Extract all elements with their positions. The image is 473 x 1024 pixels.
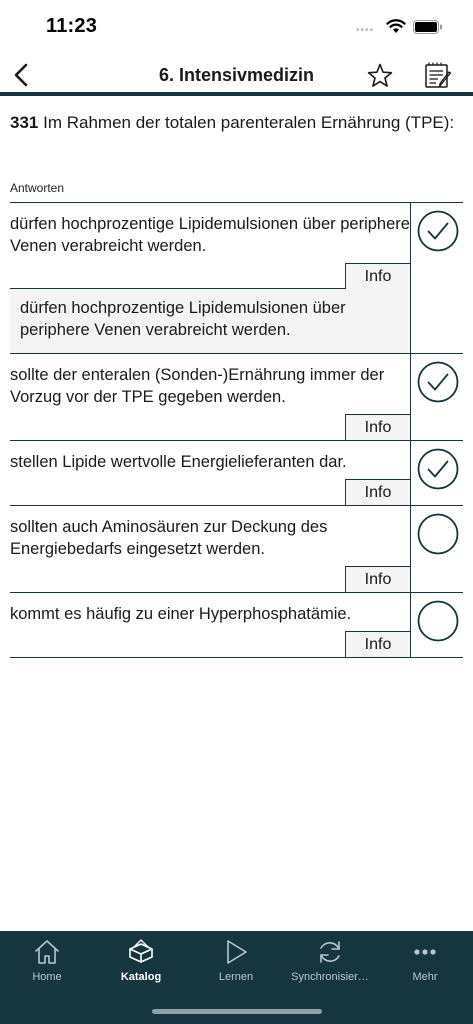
question-body: Im Rahmen der totalen parenteralen Ernäh…	[43, 113, 455, 132]
checked-circle-icon[interactable]	[417, 361, 459, 403]
page-title: 6. Intensivmedizin	[158, 65, 315, 85]
cellular-signal-icon: ••••	[356, 25, 375, 36]
answer-text: kommt es häufig zu einer Hyperphosphatäm…	[10, 605, 352, 623]
answer-text: sollte der enteralen (Sonden-)Ernährung …	[10, 366, 385, 406]
tab-label: Home	[32, 971, 62, 983]
answer-row: sollten auch Aminosäuren zur Deckung des…	[10, 506, 463, 593]
tab-label: Mehr	[412, 971, 438, 983]
sync-icon	[320, 941, 340, 963]
answer-row: kommt es häufig zu einer Hyperphosphatäm…	[10, 593, 463, 658]
tab-home[interactable]: Home	[0, 937, 94, 993]
divider	[10, 288, 345, 289]
answer-row: sollte der enteralen (Sonden-)Ernährung …	[10, 354, 463, 441]
checked-circle-icon[interactable]	[417, 210, 459, 252]
home-indicator[interactable]	[152, 1009, 322, 1014]
info-button[interactable]: Info	[345, 263, 411, 289]
info-button[interactable]: Info	[345, 631, 411, 657]
unchecked-circle-icon[interactable]	[417, 513, 459, 555]
home-icon	[35, 940, 59, 964]
answer-row: stellen Lipide wertvolle Energielieferan…	[10, 441, 463, 506]
tab-lernen[interactable]: Lernen	[189, 937, 283, 993]
wifi-icon	[386, 19, 406, 33]
answer-text: dürfen hochprozentige Lipidemulsionen üb…	[10, 215, 410, 255]
checked-circle-icon[interactable]	[417, 448, 459, 490]
unchecked-circle-icon[interactable]	[417, 600, 459, 642]
info-row: Info	[10, 631, 463, 657]
answer-text: stellen Lipide wertvolle Energielieferan…	[10, 453, 347, 471]
answer-check-column	[410, 354, 463, 440]
status-bar: 11:23 ••••	[0, 0, 473, 52]
tab-label: Katalog	[120, 971, 162, 983]
tab-label: Lernen	[218, 971, 254, 983]
status-time: 11:23	[46, 15, 98, 37]
answer-check-column	[410, 203, 463, 353]
info-button[interactable]: Info	[345, 414, 411, 440]
info-row: Info	[10, 263, 463, 289]
answer-text: sollten auch Aminosäuren zur Deckung des…	[10, 518, 328, 558]
answer-row: dürfen hochprozentige Lipidemulsionen üb…	[10, 203, 463, 354]
question-text: 331 Im Rahmen der totalen parenteralen E…	[10, 112, 460, 134]
info-row: Info	[10, 479, 463, 505]
info-row: Info	[10, 566, 463, 592]
info-button[interactable]: Info	[345, 479, 411, 505]
info-button[interactable]: Info	[345, 566, 411, 592]
navigation-bar: 6. Intensivmedizin	[0, 52, 473, 96]
tab-label: Synchronisier…	[291, 971, 369, 983]
info-explanation: dürfen hochprozentige Lipidemulsionen üb…	[10, 289, 410, 353]
question-number: 331	[10, 113, 39, 132]
answers-list: dürfen hochprozentige Lipidemulsionen üb…	[10, 202, 463, 658]
back-chevron-icon[interactable]	[8, 60, 36, 90]
info-row: Info	[10, 414, 463, 440]
tab-mehr[interactable]: Mehr	[378, 937, 472, 993]
answers-label: Antworten	[10, 181, 65, 195]
tab-katalog[interactable]: Katalog	[94, 937, 188, 993]
notes-edit-icon[interactable]	[423, 61, 453, 91]
more-icon	[414, 949, 436, 955]
play-icon	[227, 940, 247, 964]
answer-check-column	[410, 593, 463, 657]
answer-check-column	[410, 506, 463, 592]
tab-synchronisieren[interactable]: Synchronisier…	[283, 937, 377, 993]
catalog-icon	[129, 939, 153, 963]
battery-icon	[413, 20, 442, 34]
star-icon[interactable]	[366, 62, 394, 90]
answer-check-column	[410, 441, 463, 505]
